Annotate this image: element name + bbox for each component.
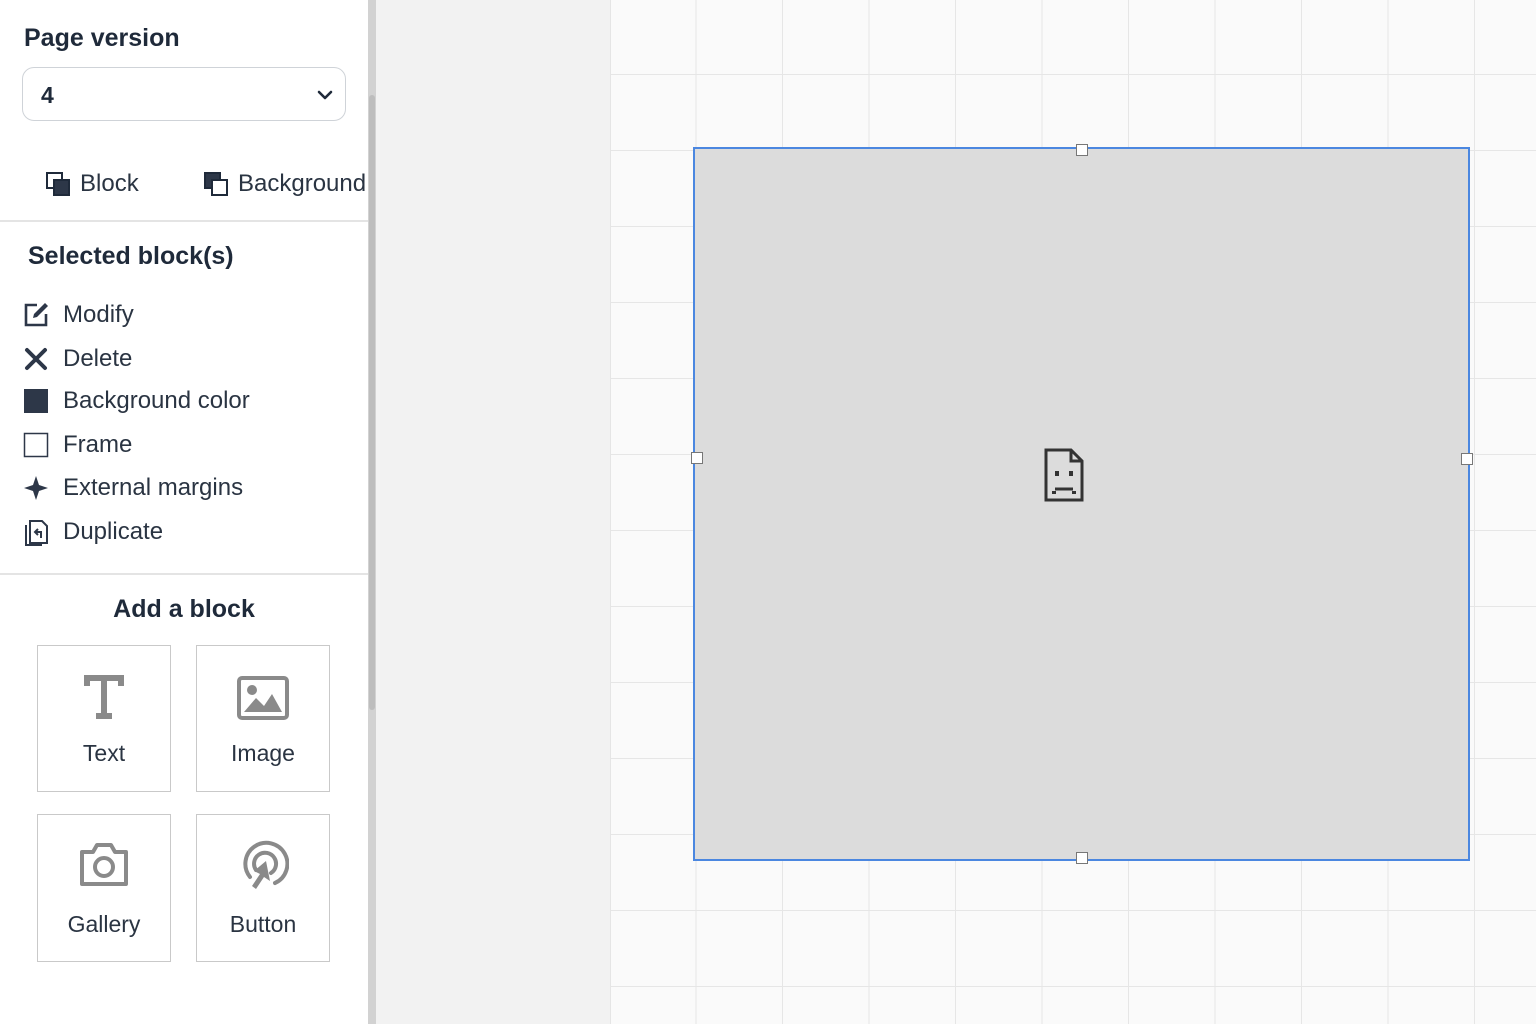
action-background-color-label: Background color [63, 387, 250, 414]
page-version-label: Page version [24, 24, 180, 52]
tab-background[interactable]: Background [203, 166, 366, 202]
tab-background-label: Background [238, 170, 367, 197]
add-button-label: Button [229, 911, 297, 937]
tab-block[interactable]: Block [45, 166, 139, 202]
layers-background-icon [204, 172, 228, 196]
action-delete-label: Delete [63, 345, 133, 372]
action-external-margins[interactable]: External margins [22, 471, 243, 505]
selected-blocks-title: Selected block(s) [28, 242, 234, 270]
margins-cross-icon [22, 474, 50, 502]
action-frame[interactable]: Frame [22, 428, 132, 462]
image-icon [197, 676, 329, 720]
sidebar-scrollbar-thumb[interactable] [369, 95, 375, 710]
add-block-title: Add a block [113, 595, 255, 623]
action-background-color[interactable]: Background color [22, 384, 250, 418]
resize-handle-right[interactable] [1461, 453, 1473, 465]
resize-handle-left[interactable] [691, 452, 703, 464]
add-text-block-button[interactable]: Text [37, 645, 171, 792]
page-version-value: 4 [41, 82, 54, 108]
layers-block-icon [46, 172, 70, 196]
action-modify[interactable]: Modify [22, 298, 134, 332]
cursor-click-icon [197, 839, 329, 893]
chevron-down-icon [317, 90, 333, 100]
broken-image-icon [1044, 448, 1084, 502]
page-version-select[interactable]: 4 [22, 67, 346, 121]
action-frame-label: Frame [63, 431, 133, 458]
divider [0, 573, 368, 575]
selected-image-block[interactable] [693, 147, 1470, 861]
add-image-block-button[interactable]: Image [196, 645, 330, 792]
text-icon [38, 674, 170, 720]
resize-handle-bottom[interactable] [1076, 852, 1088, 864]
add-text-label: Text [82, 740, 126, 766]
duplicate-icon [22, 518, 50, 546]
color-square-icon [22, 387, 50, 415]
add-gallery-block-button[interactable]: Gallery [37, 814, 171, 962]
add-image-label: Image [231, 740, 295, 766]
action-duplicate-label: Duplicate [63, 518, 164, 545]
divider [0, 220, 368, 222]
close-icon [22, 345, 50, 373]
camera-icon [38, 840, 170, 888]
edit-icon [22, 301, 50, 329]
action-duplicate[interactable]: Duplicate [22, 515, 163, 549]
tab-block-label: Block [80, 170, 139, 197]
action-external-margins-label: External margins [63, 474, 244, 501]
resize-handle-top[interactable] [1076, 144, 1088, 156]
action-delete[interactable]: Delete [22, 342, 132, 376]
add-gallery-label: Gallery [67, 911, 141, 937]
add-button-block-button[interactable]: Button [196, 814, 330, 962]
sidebar: Page version 4 Block Background Selected… [0, 0, 368, 1024]
action-modify-label: Modify [63, 301, 134, 328]
frame-square-icon [22, 431, 50, 459]
